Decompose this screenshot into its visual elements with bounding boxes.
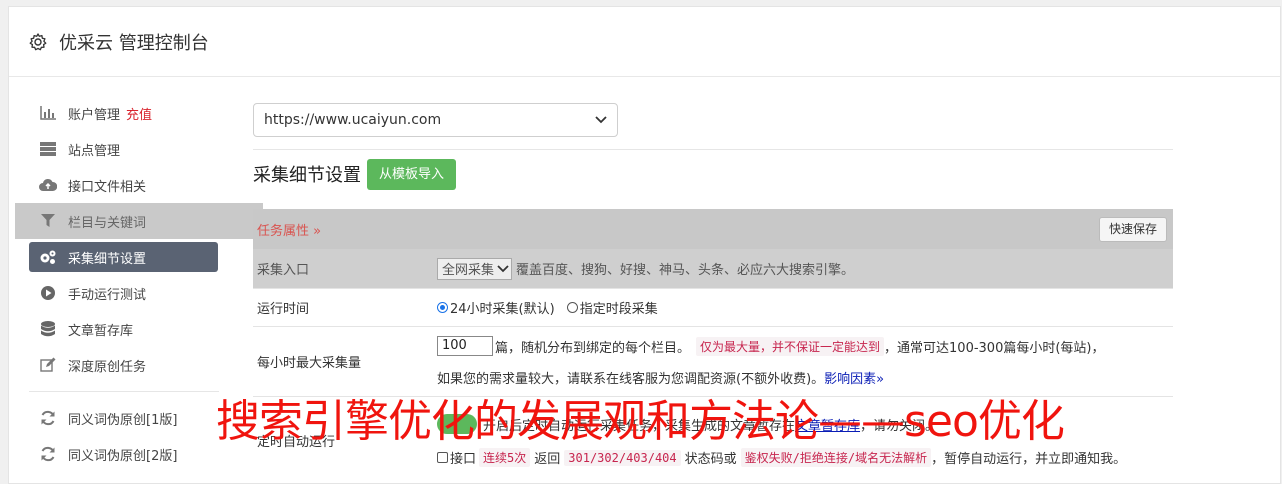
gears-icon xyxy=(39,249,57,265)
row-label: 采集入口 xyxy=(257,263,310,278)
task-attributes-toggle[interactable]: 任务属性 » xyxy=(257,220,321,239)
row-label: 定时自动运行 xyxy=(257,435,336,450)
max-text-1: 篇，随机分布到绑定的每个栏目。 xyxy=(495,340,691,356)
auto-text-5: ，暂停自动运行，并立即通知我。 xyxy=(931,452,1127,467)
row-label: 每小时最大采集量 xyxy=(257,356,362,371)
sidebar-item-columns-keywords[interactable]: 栏目与关键词 xyxy=(15,203,263,239)
sidebar-item-article-store[interactable]: 文章暂存库 xyxy=(9,311,229,347)
main-content: https://www.ucaiyun.com 采集细节设置 从模板导入 任务属… xyxy=(253,103,1173,467)
collect-entry-value: 全网采集 xyxy=(442,263,495,278)
sidebar-item-label: 接口文件相关 xyxy=(68,179,147,195)
settings-row-max-per-hour: 每小时最大采集量 100 篇，随机分布到绑定的每个栏目。 仅为最大量，并不保证一… xyxy=(253,327,1173,397)
filter-icon xyxy=(39,213,57,229)
auto-run-toggle[interactable] xyxy=(437,414,477,434)
sidebar-item-label: 同义词伪原创[2版] xyxy=(68,448,178,464)
section-title: 采集细节设置 xyxy=(253,165,361,186)
quick-save-button[interactable]: 快速保存 xyxy=(1098,216,1167,242)
code-status: 301/302/403/404 xyxy=(564,449,681,466)
settings-row-runtime: 运行时间 24小时采集(默认) 指定时段采集 xyxy=(253,289,1173,327)
settings-row-auto-run: 定时自动运行 开启后定时自动运行采集任务，采集生成的文章暂存在 文章暂存库 ，请… xyxy=(253,397,1173,483)
radio-24h-label: 24小时采集(默认) xyxy=(450,302,555,317)
cloud-upload-icon xyxy=(39,177,57,193)
recharge-link[interactable]: 充值 xyxy=(126,104,152,123)
site-select-value: https://www.ucaiyun.com xyxy=(264,112,442,128)
sidebar-item-manual-run[interactable]: 手动运行测试 xyxy=(9,275,229,311)
task-attributes-bar: 任务属性 » 快速保存 xyxy=(253,209,1173,249)
auto-text-2: ，请勿关闭。 xyxy=(860,418,939,434)
sidebar-item-label: 手动运行测试 xyxy=(68,287,147,303)
chevron-down-icon xyxy=(595,116,607,124)
settings-table: 任务属性 » 快速保存 采集入口 全网采集 覆盖百度、搜狗、好搜、神马、头条、必… xyxy=(253,209,1173,483)
sidebar-item-collect-settings[interactable]: 采集细节设置 xyxy=(29,242,218,272)
console-panel: 优采云 管理控制台 账户管理 充值 站点管理 接口文件相关 栏目与关键词 采集细… xyxy=(8,6,1281,484)
code-errors: 鉴权失败/拒绝连接/域名无法解析 xyxy=(740,448,932,467)
sidebar-item-interface-files[interactable]: 接口文件相关 xyxy=(9,167,229,203)
page-title: 优采云 管理控制台 xyxy=(59,32,209,54)
collect-entry-select[interactable]: 全网采集 xyxy=(437,257,513,280)
database-icon xyxy=(39,321,57,337)
sidebar-item-label: 深度原创任务 xyxy=(68,359,147,375)
sidebar-item-label: 文章暂存库 xyxy=(68,323,134,339)
sidebar-item-account[interactable]: 账户管理 充值 xyxy=(9,95,229,131)
section-header: 采集细节设置 从模板导入 xyxy=(253,150,1173,198)
play-circle-icon xyxy=(39,285,57,301)
sidebar-item-label: 站点管理 xyxy=(68,143,121,159)
refresh-icon xyxy=(39,410,57,426)
pause-checkbox-label: 接口 xyxy=(450,452,477,467)
refresh-icon xyxy=(39,446,57,462)
gear-icon xyxy=(29,32,47,50)
radio-24h[interactable] xyxy=(437,302,448,313)
import-template-button[interactable]: 从模板导入 xyxy=(367,158,457,190)
sidebar-item-label: 账户管理 xyxy=(68,107,121,123)
pause-checkbox[interactable] xyxy=(437,452,448,463)
auto-text-4: 状态码或 xyxy=(684,452,737,467)
server-icon xyxy=(39,141,57,157)
row-label: 运行时间 xyxy=(257,302,310,317)
sidebar-item-deep-original[interactable]: 深度原创任务 xyxy=(9,347,229,383)
article-store-link[interactable]: 文章暂存库 xyxy=(795,415,860,434)
header: 优采云 管理控制台 xyxy=(9,7,1280,77)
edit-icon xyxy=(39,357,57,373)
auto-text-1: 开启后定时自动运行采集任务，采集生成的文章暂存在 xyxy=(483,418,796,434)
code-5-times: 连续5次 xyxy=(479,448,531,467)
sidebar-item-sites[interactable]: 站点管理 xyxy=(9,131,229,167)
influence-factors-link[interactable]: 影响因素» xyxy=(824,368,884,387)
sidebar-item-label: 栏目与关键词 xyxy=(68,215,147,231)
sidebar-item-synonym-v1[interactable]: 同义词伪原创[1版] xyxy=(9,400,229,436)
max-code-note: 仅为最大量，并不保证一定能达到 xyxy=(696,336,885,356)
chevron-down-icon xyxy=(497,264,509,272)
radio-scheduled-label: 指定时段采集 xyxy=(579,302,658,317)
max-per-hour-input[interactable]: 100 xyxy=(437,336,493,356)
bar-chart-icon xyxy=(39,105,57,121)
sidebar-item-label: 同义词伪原创[1版] xyxy=(68,412,178,428)
sidebar: 账户管理 充值 站点管理 接口文件相关 栏目与关键词 采集细节设置 手动运行测试… xyxy=(9,95,263,472)
collect-entry-description: 覆盖百度、搜狗、好搜、神马、头条、必应六大搜索引擎。 xyxy=(516,263,855,278)
auto-text-3: 返回 xyxy=(534,452,561,467)
sidebar-divider xyxy=(29,391,219,392)
radio-scheduled[interactable] xyxy=(566,302,578,313)
max-text-3: 如果您的需求量较大，请联系在线客服为您调配资源(不额外收费)。 xyxy=(437,372,825,387)
site-select[interactable]: https://www.ucaiyun.com xyxy=(253,103,618,137)
max-text-2: ，通常可达100-300篇每小时(每站)， xyxy=(884,340,1105,356)
settings-row-entry: 采集入口 全网采集 覆盖百度、搜狗、好搜、神马、头条、必应六大搜索引擎。 xyxy=(253,249,1173,289)
sidebar-item-synonym-v2[interactable]: 同义词伪原创[2版] xyxy=(9,436,229,472)
sidebar-item-label: 采集细节设置 xyxy=(68,251,147,267)
